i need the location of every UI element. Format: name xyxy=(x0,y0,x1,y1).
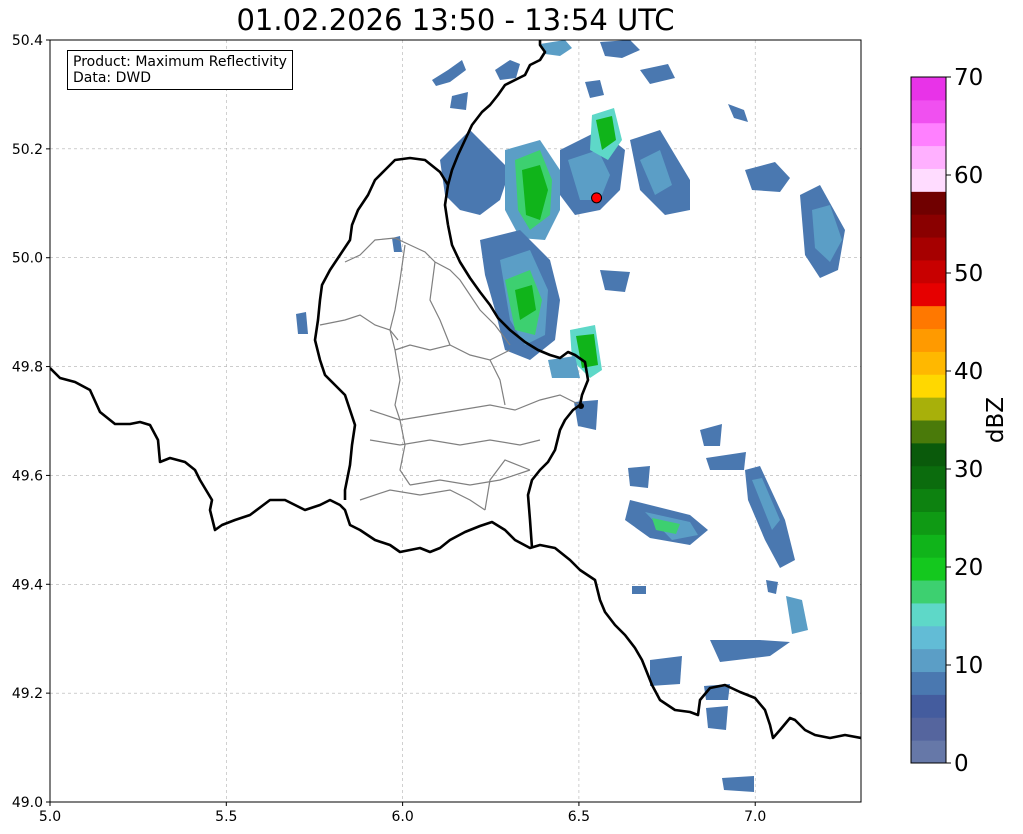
x-tick-label: 6.5 xyxy=(568,809,590,825)
y-tick-label: 49.8 xyxy=(12,360,43,376)
x-tick-label: 5.5 xyxy=(215,809,237,825)
x-axis-ticks: 5.0 5.5 6.0 6.5 7.0 xyxy=(39,802,766,825)
product-label: Product: Maximum Reflectivity xyxy=(73,54,287,70)
y-tick-label: 49.4 xyxy=(12,577,43,593)
radar-map[interactable]: 5.0 5.5 6.0 6.5 7.0 49.0 49.2 49.4 49.6 49.8 50.0… xyxy=(0,0,1023,834)
x-tick-label: 7.0 xyxy=(744,809,766,825)
y-tick-label: 49.0 xyxy=(12,795,43,811)
radar-site-marker[interactable] xyxy=(591,192,603,204)
y-axis-ticks: 49.0 49.2 49.4 49.6 49.8 50.0 50.2 50.4 xyxy=(12,33,50,811)
product-info-box: Product: Maximum Reflectivity Data: DWD xyxy=(67,50,293,90)
y-tick-label: 49.2 xyxy=(12,686,43,702)
data-source-label: Data: DWD xyxy=(73,70,151,86)
y-tick-label: 50.2 xyxy=(12,142,43,158)
y-tick-label: 50.4 xyxy=(12,33,43,49)
y-tick-label: 49.6 xyxy=(12,468,43,484)
x-tick-label: 5.0 xyxy=(39,809,61,825)
y-tick-label: 50.0 xyxy=(12,251,43,267)
x-tick-label: 6.0 xyxy=(391,809,413,825)
radar-site-secondary-marker xyxy=(578,403,584,409)
